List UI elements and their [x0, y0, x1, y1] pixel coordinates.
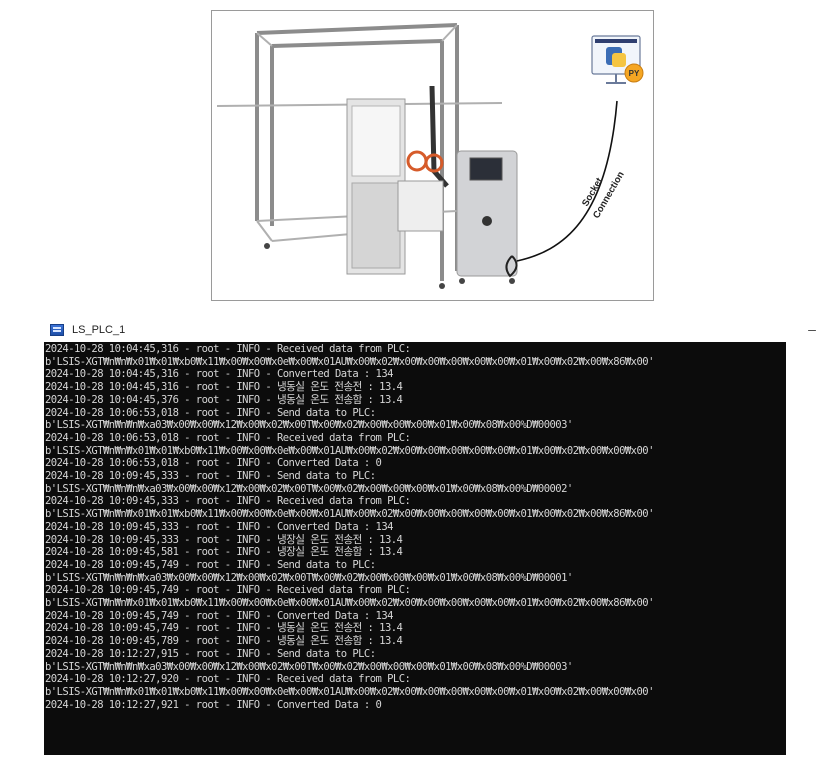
- window-titlebar[interactable]: LS_PLC_1 –: [44, 318, 830, 342]
- console-line: b'LSIS-XGT₩n₩n₩x01₩x01₩xb0₩x11₩x00₩x00₩x…: [45, 508, 654, 521]
- test-rig-illustration: PY Socket Connection: [216, 23, 644, 289]
- console-line: 2024-10-28 10:09:45,581 - root - INFO - …: [45, 546, 403, 559]
- console-line: b'LSIS-XGT₩n₩n₩x01₩x01₩xb0₩x11₩x00₩x00₩x…: [45, 355, 654, 368]
- console-line: 2024-10-28 10:04:45,316 - root - INFO - …: [45, 343, 411, 355]
- console-line: b'LSIS-XGT₩n₩n₩x01₩x01₩xb0₩x11₩x00₩x00₩x…: [45, 444, 654, 457]
- console-line: 2024-10-28 10:04:45,316 - root - INFO - …: [45, 381, 403, 394]
- console-line: 2024-10-28 10:04:45,316 - root - INFO - …: [45, 368, 393, 381]
- test-rig-photo: PY Socket Connection: [211, 10, 654, 301]
- console-line: b'LSIS-XGT₩n₩n₩n₩xa03₩x00₩x00₩x12₩x00₩x0…: [45, 482, 573, 495]
- console-line: b'LSIS-XGT₩n₩n₩n₩xa03₩x00₩x00₩x12₩x00₩x0…: [45, 660, 573, 673]
- console-line: 2024-10-28 10:12:27,920 - root - INFO - …: [45, 673, 411, 686]
- window-title: LS_PLC_1: [72, 324, 126, 336]
- console-line: b'LSIS-XGT₩n₩n₩n₩xa03₩x00₩x00₩x12₩x00₩x0…: [45, 419, 573, 432]
- console-line: b'LSIS-XGT₩n₩n₩n₩xa03₩x00₩x00₩x12₩x00₩x0…: [45, 571, 573, 584]
- console-line: b'LSIS-XGT₩n₩n₩x01₩x01₩xb0₩x11₩x00₩x00₩x…: [45, 685, 654, 698]
- python-badge: PY: [629, 69, 640, 78]
- console-line: 2024-10-28 10:12:27,921 - root - INFO - …: [45, 698, 382, 711]
- console-line: 2024-10-28 10:06:53,018 - root - INFO - …: [45, 431, 411, 444]
- console-line: 2024-10-28 10:06:53,018 - root - INFO - …: [45, 457, 382, 470]
- console-line: 2024-10-28 10:09:45,749 - root - INFO - …: [45, 609, 393, 622]
- console-line: 2024-10-28 10:09:45,789 - root - INFO - …: [45, 635, 403, 648]
- console-line: 2024-10-28 10:09:45,333 - root - INFO - …: [45, 533, 403, 546]
- console-line: 2024-10-28 10:09:45,333 - root - INFO - …: [45, 520, 393, 533]
- console-line: 2024-10-28 10:09:45,749 - root - INFO - …: [45, 558, 376, 571]
- console-line: b'LSIS-XGT₩n₩n₩x01₩x01₩xb0₩x11₩x00₩x00₩x…: [45, 597, 654, 610]
- console-output[interactable]: 2024-10-28 10:04:45,316 - root - INFO - …: [44, 342, 786, 755]
- console-line: 2024-10-28 10:12:27,915 - root - INFO - …: [45, 647, 376, 660]
- console-line: 2024-10-28 10:09:45,749 - root - INFO - …: [45, 584, 411, 597]
- console-line: 2024-10-28 10:09:45,333 - root - INFO - …: [45, 470, 376, 483]
- console-line: 2024-10-28 10:09:45,749 - root - INFO - …: [45, 622, 403, 635]
- console-line: 2024-10-28 10:04:45,376 - root - INFO - …: [45, 393, 403, 406]
- app-window-icon: [50, 324, 64, 336]
- console-line: 2024-10-28 10:09:45,333 - root - INFO - …: [45, 495, 411, 508]
- minimize-button[interactable]: –: [802, 320, 822, 340]
- console-line: 2024-10-28 10:06:53,018 - root - INFO - …: [45, 406, 376, 419]
